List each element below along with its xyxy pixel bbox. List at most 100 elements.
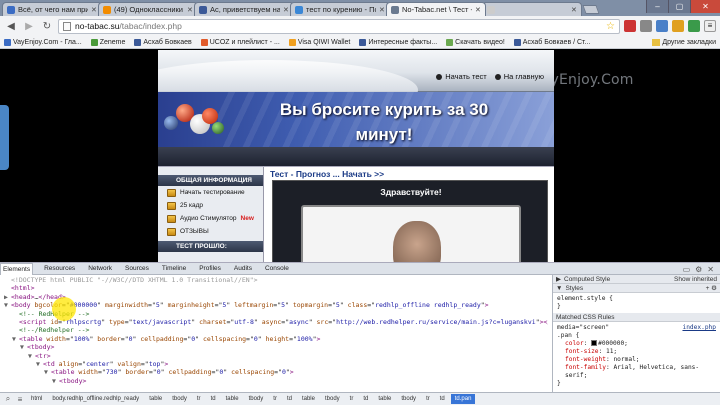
dom-node-line[interactable]: <!-- RedHelper --> — [0, 310, 548, 318]
extension-icon[interactable] — [656, 20, 668, 32]
tab-close-icon[interactable]: ✕ — [475, 6, 481, 14]
bookmark-item[interactable]: Интересные факты... — [359, 38, 437, 46]
breadcrumb-item[interactable]: table — [374, 394, 395, 404]
breadcrumb-item[interactable]: tr — [422, 394, 434, 404]
tab-close-icon[interactable]: ✕ — [187, 6, 193, 14]
reload-icon[interactable]: ↻ — [40, 19, 54, 33]
breadcrumb-item[interactable]: table — [145, 394, 166, 404]
bookmark-item[interactable]: Асхаб Бовкаев — [134, 38, 192, 46]
address-bar[interactable]: no-tabac.su/tabac/index.php ☆ — [58, 18, 620, 34]
dom-node-line[interactable]: ▼ <tbody> — [0, 343, 548, 351]
dom-node-line[interactable]: <!--/Redhelper --> — [0, 326, 548, 334]
browser-tab[interactable]: Всё, от чего нам приятно✕ — [2, 2, 102, 16]
browser-tab[interactable]: Ас, приветствуем на Facebook✕ — [194, 2, 294, 16]
css-property[interactable]: font-family: Arial, Helvetica, sans-seri… — [557, 364, 716, 380]
menu-item[interactable]: 25 кадр — [158, 199, 263, 212]
maximize-button[interactable]: ▢ — [668, 0, 690, 13]
dom-node-line[interactable]: ▼ <td align="center" valign="top"> — [0, 360, 548, 368]
dock-icon[interactable]: ▭ — [683, 265, 691, 274]
css-selector[interactable]: .pan { — [557, 332, 716, 340]
color-swatch-icon[interactable] — [591, 340, 598, 346]
dom-node-line[interactable]: ▼ <tr> — [0, 352, 548, 360]
bookmark-item[interactable]: UCOZ и плейлист - ... — [200, 38, 280, 46]
menu-item[interactable]: ОТЗЫВЫ — [158, 225, 263, 238]
breadcrumb-item[interactable]: tr — [269, 394, 281, 404]
bookmark-item[interactable]: Visa QIWI Wallet — [288, 38, 350, 46]
breadcrumb-item[interactable]: td.pan — [450, 394, 476, 404]
breadcrumb-item[interactable]: td — [436, 394, 449, 404]
dom-node-line[interactable]: <script id="rhlpscrtg" type="text/javasc… — [0, 318, 548, 326]
add-rule-icon[interactable]: + ⚙ — [706, 284, 717, 292]
computed-style-header[interactable]: ▶ Computed Style Show inherited — [553, 275, 720, 284]
browser-tab[interactable]: ✕ — [482, 2, 582, 16]
breadcrumb-item[interactable]: html — [27, 394, 46, 404]
nav-start-test[interactable]: Начать тест — [436, 72, 487, 81]
nav-home[interactable]: На главную — [494, 72, 544, 81]
extension-icon[interactable] — [688, 20, 700, 32]
dom-node-line[interactable]: ▶ <head>…</head> — [0, 293, 548, 301]
devtools-tab[interactable]: Timeline — [160, 263, 188, 275]
css-property[interactable]: color: #000000; — [557, 340, 716, 348]
dom-node-line[interactable]: <!DOCTYPE html PUBLIC "-//W3C//DTD XHTML… — [0, 276, 548, 284]
bookmark-item[interactable]: Асхаб Бовкаев / Ст... — [513, 38, 590, 46]
settings-gear-icon[interactable]: ⚙ — [695, 265, 702, 274]
breadcrumb-item[interactable]: tr — [193, 394, 205, 404]
css-property[interactable]: font-size: 11; — [557, 348, 716, 356]
breadcrumb-item[interactable]: tbody — [168, 394, 191, 404]
breadcrumb-item[interactable]: tr — [346, 394, 358, 404]
devtools-tab[interactable]: Resources — [42, 263, 77, 275]
console-icon[interactable]: ≡ — [15, 394, 25, 404]
extension-icon[interactable] — [624, 20, 636, 32]
bookmark-item[interactable]: VayEnjoy.Com - Гла... — [4, 38, 82, 46]
tab-close-icon[interactable]: ✕ — [91, 6, 97, 14]
other-bookmarks[interactable]: Другие закладки — [646, 36, 716, 48]
breadcrumb-item[interactable]: tbody — [321, 394, 344, 404]
breadcrumb-item[interactable]: td — [283, 394, 296, 404]
devtools-tab[interactable]: Network — [86, 263, 114, 275]
devtools-tab[interactable]: Sources — [123, 263, 151, 275]
bookmark-item[interactable]: Zeneme — [90, 38, 125, 46]
dom-node-line[interactable]: ▼<body bgcolor="#000000" marginwidth="5"… — [0, 301, 548, 309]
breadcrumb-item[interactable]: tbody — [397, 394, 420, 404]
breadcrumb-item[interactable]: table — [298, 394, 319, 404]
breadcrumb-item[interactable]: tbody — [245, 394, 268, 404]
elements-tree[interactable]: <!DOCTYPE html PUBLIC "-//W3C//DTD XHTML… — [0, 275, 548, 393]
breadcrumb-item[interactable]: td — [359, 394, 372, 404]
tab-close-icon[interactable]: ✕ — [283, 6, 289, 14]
close-window-button[interactable]: ✕ — [690, 0, 720, 13]
menu-icon[interactable]: ≡ — [704, 20, 716, 32]
dom-node-line[interactable]: <html> — [0, 284, 548, 292]
breadcrumb-item[interactable]: body.redhlp_offline.redhlp_ready — [48, 394, 143, 404]
breadcrumb-item[interactable]: td — [207, 394, 220, 404]
dom-node-line[interactable]: ▼ <table width="100%" border="0" cellpadd… — [0, 335, 548, 343]
new-tab-button[interactable] — [582, 5, 600, 14]
extension-icon[interactable] — [640, 20, 652, 32]
breadcrumb-item[interactable]: table — [222, 394, 243, 404]
tab-close-icon[interactable]: ✕ — [571, 6, 577, 14]
element-style-rule[interactable]: element.style { — [557, 295, 716, 303]
devtools-tab[interactable]: Audits — [232, 263, 254, 275]
close-devtools-icon[interactable]: ✕ — [707, 265, 714, 274]
devtools-tab[interactable]: Profiles — [197, 263, 223, 275]
forward-icon[interactable]: ▶ — [22, 19, 36, 33]
dom-node-line[interactable]: ▼ <tbody> — [0, 377, 548, 385]
back-icon[interactable]: ◀ — [4, 19, 18, 33]
browser-tab[interactable]: No-Tabac.net \ Тест - Прогноз✕ — [386, 2, 486, 16]
minimize-button[interactable]: – — [646, 0, 668, 13]
source-link[interactable]: index.php — [682, 324, 716, 332]
styles-header[interactable]: ▼ Styles + ⚙ — [553, 284, 720, 293]
browser-tab[interactable]: (49) Одноклассники ✕ — [98, 2, 198, 16]
menu-item[interactable]: Начать тестирование — [158, 186, 263, 199]
css-property[interactable]: font-weight: normal; — [557, 356, 716, 364]
devtools-tab[interactable]: Console — [263, 263, 291, 275]
inspect-icon[interactable]: ⌕ — [3, 394, 13, 404]
browser-tab[interactable]: тест по курению - Поиск✕ — [290, 2, 390, 16]
quiz-start-link[interactable]: Тест - Прогноз ... Начать >> — [270, 169, 384, 179]
menu-item[interactable]: Аудио Стимулятор New — [158, 212, 263, 225]
devtools-tab[interactable]: Elements — [0, 262, 34, 275]
dom-node-line[interactable]: ▼ <table width="730" border="0" cellpaddi… — [0, 368, 548, 376]
extension-icon[interactable] — [672, 20, 684, 32]
bookmark-star-icon[interactable]: ☆ — [606, 21, 615, 32]
side-widget-tab[interactable] — [0, 105, 9, 170]
show-inherited-label[interactable]: Show inherited — [674, 276, 717, 283]
